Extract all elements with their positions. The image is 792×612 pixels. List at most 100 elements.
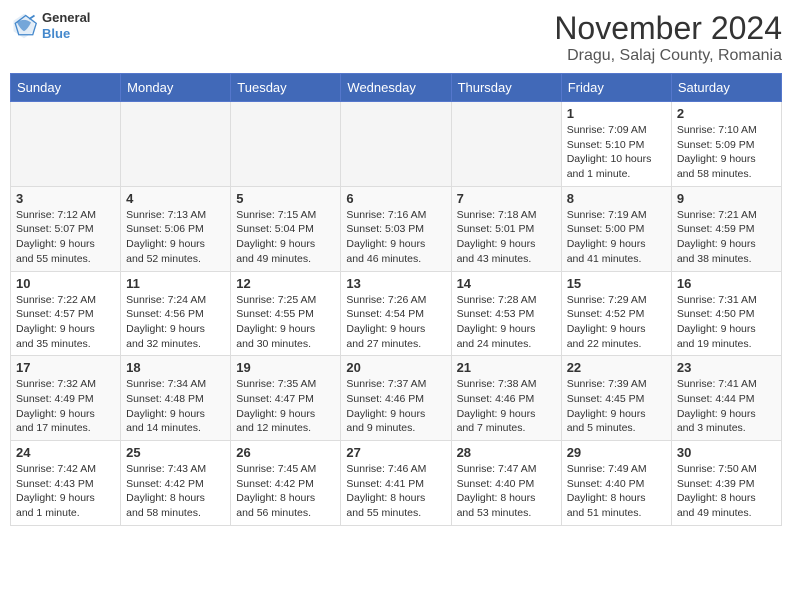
weekday-header: Monday [121,74,231,102]
calendar-cell: 9 Sunrise: 7:21 AM Sunset: 4:59 PM Daylig… [671,186,781,271]
day-number: 9 [677,191,776,206]
weekday-header-row: SundayMondayTuesdayWednesdayThursdayFrid… [11,74,782,102]
calendar-cell: 12 Sunrise: 7:25 AM Sunset: 4:55 PM Dayli… [231,271,341,356]
week-row: 10 Sunrise: 7:22 AM Sunset: 4:57 PM Dayli… [11,271,782,356]
day-info: Sunrise: 7:41 AM Sunset: 4:44 PM Dayligh… [677,377,776,436]
weekday-header: Saturday [671,74,781,102]
day-number: 20 [346,360,445,375]
day-number: 30 [677,445,776,460]
calendar-cell: 29 Sunrise: 7:49 AM Sunset: 4:40 PM Dayli… [561,441,671,526]
weekday-header: Wednesday [341,74,451,102]
day-info: Sunrise: 7:28 AM Sunset: 4:53 PM Dayligh… [457,293,556,352]
day-number: 25 [126,445,225,460]
day-number: 29 [567,445,666,460]
day-number: 15 [567,276,666,291]
day-info: Sunrise: 7:39 AM Sunset: 4:45 PM Dayligh… [567,377,666,436]
location: Dragu, Salaj County, Romania [554,47,782,65]
calendar-cell: 5 Sunrise: 7:15 AM Sunset: 5:04 PM Daylig… [231,186,341,271]
day-info: Sunrise: 7:18 AM Sunset: 5:01 PM Dayligh… [457,208,556,267]
day-info: Sunrise: 7:31 AM Sunset: 4:50 PM Dayligh… [677,293,776,352]
day-info: Sunrise: 7:49 AM Sunset: 4:40 PM Dayligh… [567,462,666,521]
day-info: Sunrise: 7:45 AM Sunset: 4:42 PM Dayligh… [236,462,335,521]
weekday-header: Sunday [11,74,121,102]
logo-text: General Blue [42,10,90,41]
calendar-cell [121,102,231,187]
day-info: Sunrise: 7:13 AM Sunset: 5:06 PM Dayligh… [126,208,225,267]
day-number: 5 [236,191,335,206]
day-number: 7 [457,191,556,206]
day-info: Sunrise: 7:19 AM Sunset: 5:00 PM Dayligh… [567,208,666,267]
calendar-cell: 18 Sunrise: 7:34 AM Sunset: 4:48 PM Dayli… [121,356,231,441]
day-info: Sunrise: 7:46 AM Sunset: 4:41 PM Dayligh… [346,462,445,521]
day-number: 28 [457,445,556,460]
day-number: 21 [457,360,556,375]
day-info: Sunrise: 7:22 AM Sunset: 4:57 PM Dayligh… [16,293,115,352]
calendar-cell: 6Sunrise: 7:16 AM Sunset: 5:03 PM Daylig… [341,186,451,271]
day-number: 23 [677,360,776,375]
day-number: 27 [346,445,445,460]
logo-line2: Blue [42,26,90,42]
calendar-cell: 23 Sunrise: 7:41 AM Sunset: 4:44 PM Dayli… [671,356,781,441]
calendar-cell: 24 Sunrise: 7:42 AM Sunset: 4:43 PM Dayli… [11,441,121,526]
day-number: 12 [236,276,335,291]
day-info: Sunrise: 7:32 AM Sunset: 4:49 PM Dayligh… [16,377,115,436]
day-number: 17 [16,360,115,375]
day-number: 16 [677,276,776,291]
day-number: 26 [236,445,335,460]
day-number: 13 [346,276,445,291]
logo: General Blue [10,10,90,41]
day-info: Sunrise: 7:29 AM Sunset: 4:52 PM Dayligh… [567,293,666,352]
day-info: Sunrise: 7:25 AM Sunset: 4:55 PM Dayligh… [236,293,335,352]
week-row: 17 Sunrise: 7:32 AM Sunset: 4:49 PM Dayli… [11,356,782,441]
calendar-cell: 4 Sunrise: 7:13 AM Sunset: 5:06 PM Daylig… [121,186,231,271]
day-info: Sunrise: 7:21 AM Sunset: 4:59 PM Dayligh… [677,208,776,267]
day-number: 22 [567,360,666,375]
day-info: Sunrise: 7:10 AM Sunset: 5:09 PM Dayligh… [677,123,776,182]
day-number: 8 [567,191,666,206]
day-number: 4 [126,191,225,206]
calendar-cell [341,102,451,187]
day-info: Sunrise: 7:43 AM Sunset: 4:42 PM Dayligh… [126,462,225,521]
calendar-cell: 8 Sunrise: 7:19 AM Sunset: 5:00 PM Daylig… [561,186,671,271]
day-info: Sunrise: 7:26 AM Sunset: 4:54 PM Dayligh… [346,293,445,352]
calendar-cell: 16 Sunrise: 7:31 AM Sunset: 4:50 PM Dayli… [671,271,781,356]
calendar-cell: 25 Sunrise: 7:43 AM Sunset: 4:42 PM Dayli… [121,441,231,526]
day-number: 14 [457,276,556,291]
day-number: 24 [16,445,115,460]
day-info: Sunrise: 7:09 AM Sunset: 5:10 PM Dayligh… [567,123,666,182]
calendar-cell: 26 Sunrise: 7:45 AM Sunset: 4:42 PM Dayli… [231,441,341,526]
calendar-cell: 7 Sunrise: 7:18 AM Sunset: 5:01 PM Daylig… [451,186,561,271]
calendar-cell: 1 Sunrise: 7:09 AM Sunset: 5:10 PM Daylig… [561,102,671,187]
title-section: November 2024 Dragu, Salaj County, Roman… [554,10,782,65]
day-info: Sunrise: 7:24 AM Sunset: 4:56 PM Dayligh… [126,293,225,352]
day-number: 18 [126,360,225,375]
day-number: 11 [126,276,225,291]
week-row: 24 Sunrise: 7:42 AM Sunset: 4:43 PM Dayli… [11,441,782,526]
logo-icon [10,12,38,40]
calendar-cell [451,102,561,187]
day-info: Sunrise: 7:34 AM Sunset: 4:48 PM Dayligh… [126,377,225,436]
day-info: Sunrise: 7:50 AM Sunset: 4:39 PM Dayligh… [677,462,776,521]
day-info: Sunrise: 7:35 AM Sunset: 4:47 PM Dayligh… [236,377,335,436]
day-info: Sunrise: 7:42 AM Sunset: 4:43 PM Dayligh… [16,462,115,521]
calendar-table: SundayMondayTuesdayWednesdayThursdayFrid… [10,73,782,526]
week-row: 1 Sunrise: 7:09 AM Sunset: 5:10 PM Daylig… [11,102,782,187]
day-number: 6 [346,191,445,206]
calendar-cell: 22 Sunrise: 7:39 AM Sunset: 4:45 PM Dayli… [561,356,671,441]
calendar-cell: 21 Sunrise: 7:38 AM Sunset: 4:46 PM Dayli… [451,356,561,441]
day-info: Sunrise: 7:12 AM Sunset: 5:07 PM Dayligh… [16,208,115,267]
calendar-cell: 15 Sunrise: 7:29 AM Sunset: 4:52 PM Dayli… [561,271,671,356]
calendar-cell [11,102,121,187]
calendar-cell: 28Sunrise: 7:47 AM Sunset: 4:40 PM Dayli… [451,441,561,526]
calendar-cell: 20Sunrise: 7:37 AM Sunset: 4:46 PM Dayli… [341,356,451,441]
calendar-cell: 19Sunrise: 7:35 AM Sunset: 4:47 PM Dayli… [231,356,341,441]
calendar-cell [231,102,341,187]
calendar-cell: 11 Sunrise: 7:24 AM Sunset: 4:56 PM Dayli… [121,271,231,356]
day-info: Sunrise: 7:15 AM Sunset: 5:04 PM Dayligh… [236,208,335,267]
calendar-cell: 27 Sunrise: 7:46 AM Sunset: 4:41 PM Dayli… [341,441,451,526]
month-title: November 2024 [554,10,782,47]
day-info: Sunrise: 7:38 AM Sunset: 4:46 PM Dayligh… [457,377,556,436]
day-number: 1 [567,106,666,121]
day-number: 10 [16,276,115,291]
calendar-cell: 13 Sunrise: 7:26 AM Sunset: 4:54 PM Dayli… [341,271,451,356]
